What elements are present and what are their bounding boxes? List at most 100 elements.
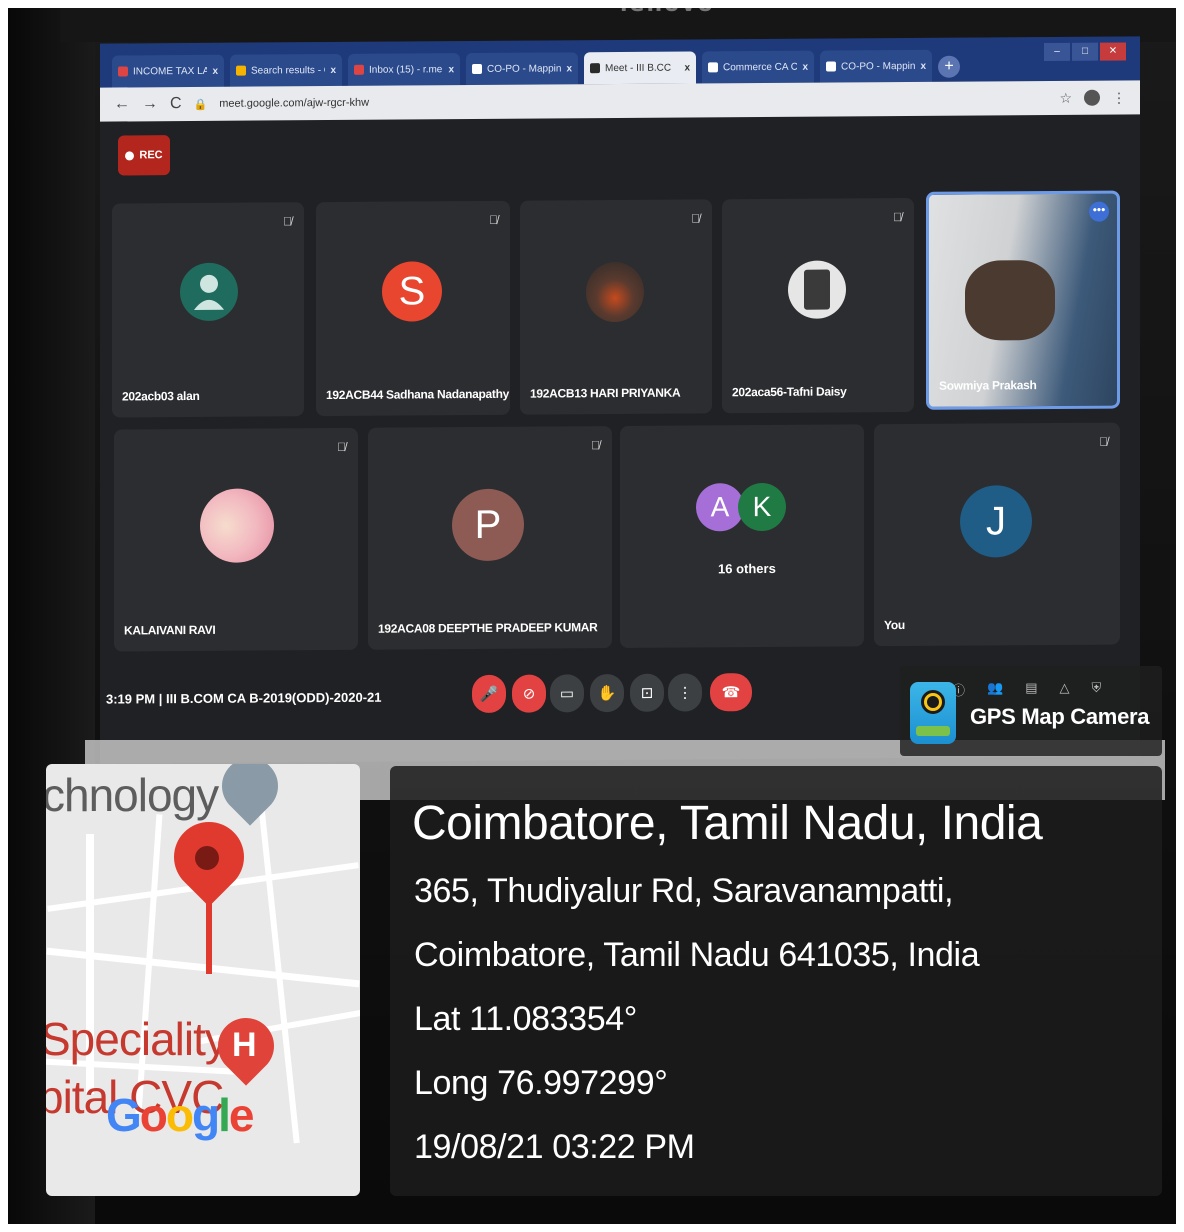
- activities-icon: △: [1059, 680, 1070, 695]
- participant-video-tile[interactable]: ••• Sowmiya Prakash: [926, 190, 1120, 410]
- avatar: A: [696, 483, 744, 532]
- mic-muted-icon: 🎙̸: [337, 439, 346, 454]
- location-title: Coimbatore, Tamil Nadu, India: [412, 797, 1043, 850]
- participant-name: 192ACA08 DEEPTHE PRADEEP KUMAR: [378, 620, 598, 636]
- mic-muted-icon: 🎙̸: [691, 211, 700, 226]
- avatar-photo: [788, 260, 846, 319]
- leave-call-button[interactable]: ☎: [710, 673, 752, 712]
- latitude: Lat 11.083354°: [414, 1000, 637, 1038]
- participant-name: Sowmiya Prakash: [939, 378, 1037, 393]
- timestamp: 19/08/21 03:22 PM: [414, 1128, 695, 1166]
- url-field[interactable]: meet.google.com/ajw-rgcr-khw: [219, 92, 1047, 110]
- gps-app-badge: ⓘ 👥 ▤ △ ⛨ GPS Map Camera: [900, 666, 1162, 756]
- participant-tile[interactable]: 🎙̸ KALAIVANI RAVI: [114, 427, 358, 652]
- monitor-top-bezel: lenovo: [60, 0, 1184, 42]
- monitor-screen: INCOME TAX LAW x Search results - Gx Inbo…: [100, 36, 1140, 764]
- raise-hand-button[interactable]: ✋: [590, 673, 624, 713]
- recording-badge: REC: [118, 135, 170, 176]
- shield-icon: ⛨: [1091, 680, 1102, 695]
- close-icon[interactable]: x: [212, 65, 218, 76]
- longitude: Long 76.997299°: [414, 1064, 668, 1102]
- avatar: S: [382, 261, 442, 322]
- participant-name: You: [884, 618, 905, 633]
- sheets-icon: [708, 62, 718, 73]
- person-icon: [194, 274, 224, 310]
- meet-icon: [590, 63, 600, 74]
- photo: lenovo INCOME TAX LAW x Search results - …: [0, 0, 1184, 1232]
- mic-muted-icon: 🎙̸: [489, 212, 498, 227]
- avatar-photo: [200, 488, 274, 563]
- participant-name: 202aca56-Tafni Daisy: [732, 384, 847, 400]
- browser-tab[interactable]: INCOME TAX LAW x: [112, 54, 224, 88]
- gps-camera-logo: [910, 682, 956, 744]
- reload-icon[interactable]: C: [170, 95, 182, 113]
- mic-muted-icon: 🎙̸: [283, 214, 292, 229]
- participant-name: 192ACB44 Sadhana Nadanapathy: [326, 386, 510, 403]
- mic-muted-icon: 🎙̸: [1099, 434, 1108, 449]
- forward-icon[interactable]: →: [142, 95, 158, 113]
- menu-icon[interactable]: ⋮: [1112, 89, 1126, 106]
- participant-name: KALAIVANI RAVI: [124, 622, 216, 638]
- browser-tab[interactable]: Commerce CA Cr x: [702, 50, 814, 84]
- close-icon[interactable]: x: [330, 64, 336, 75]
- avatar: [180, 262, 238, 322]
- education-poi-icon: [210, 764, 290, 826]
- camera-toggle-button[interactable]: ⊘: [512, 674, 546, 713]
- mic-muted-icon: 🎙̸: [893, 210, 902, 225]
- avatar: P: [452, 488, 524, 562]
- others-tile[interactable]: A K 16 others: [620, 424, 864, 648]
- star-icon[interactable]: ☆: [1059, 89, 1072, 106]
- minimize-button[interactable]: –: [1044, 42, 1070, 62]
- participant-tile[interactable]: 🎙̸ S 192ACB44 Sadhana Nadanapathy: [316, 200, 510, 417]
- mic-muted-icon: 🎙̸: [591, 438, 600, 453]
- map-thumbnail: chnology Speciality pital CVC H Google: [46, 764, 360, 1196]
- back-icon[interactable]: ←: [114, 95, 130, 113]
- participant-tile[interactable]: 🎙̸ 202aca56-Tafni Daisy: [722, 197, 914, 414]
- map-label: Speciality: [46, 1013, 228, 1065]
- new-tab-button[interactable]: +: [938, 55, 960, 78]
- browser-tab[interactable]: Inbox (15) - r.men x: [348, 53, 460, 86]
- participant-tile[interactable]: 🎙̸ 202acb03 alan: [112, 202, 304, 418]
- browser-tab-active[interactable]: Meet - III B.CC x: [584, 51, 696, 85]
- browser-tab[interactable]: Search results - Gx: [230, 53, 342, 87]
- window-controls: – □ ✕: [1044, 42, 1126, 62]
- browser-tab[interactable]: CO-PO - Mapping x: [820, 49, 932, 83]
- mic-toggle-button[interactable]: 🎤: [472, 674, 506, 714]
- more-options-button[interactable]: ⋮: [668, 673, 702, 712]
- present-button[interactable]: ⊡: [630, 673, 664, 712]
- browser-tab[interactable]: CO-PO - Mapping x: [466, 52, 578, 86]
- close-window-button[interactable]: ✕: [1100, 42, 1126, 61]
- google-logo: Google: [106, 1089, 254, 1141]
- participant-tile[interactable]: 🎙̸ P 192ACA08 DEEPTHE PRADEEP KUMAR: [368, 426, 612, 650]
- browser-tab-bar: INCOME TAX LAW x Search results - Gx Inbo…: [100, 36, 1140, 88]
- sheets-icon: [826, 61, 836, 72]
- drive-icon: [236, 65, 246, 76]
- self-tile[interactable]: 🎙̸ J You: [874, 422, 1120, 647]
- participant-name: 192ACB13 HARI PRIYANKA: [530, 385, 681, 401]
- people-icon: 👥: [987, 680, 1004, 695]
- monitor-brand: lenovo: [620, 0, 715, 17]
- captions-button[interactable]: ▭: [550, 674, 584, 713]
- gmail-icon: [118, 66, 128, 77]
- hospital-h-icon: H: [232, 1026, 257, 1064]
- address-line-1: 365, Thudiyalur Rd, Saravanampatti,: [414, 872, 954, 910]
- more-options-icon[interactable]: •••: [1089, 201, 1109, 222]
- participant-tile[interactable]: 🎙̸ 192ACB13 HARI PRIYANKA: [520, 199, 712, 415]
- close-icon[interactable]: x: [448, 64, 454, 75]
- participant-name: 202acb03 alan: [122, 388, 200, 404]
- gmail-icon: [354, 64, 364, 75]
- close-icon[interactable]: x: [920, 60, 926, 71]
- lock-icon: 🔒: [193, 98, 208, 111]
- avatar: J: [960, 485, 1032, 558]
- meet-side-icons: ⓘ 👥 ▤ △ ⛨: [952, 680, 1101, 699]
- close-icon[interactable]: x: [802, 61, 808, 72]
- profile-avatar[interactable]: [1084, 89, 1100, 106]
- address-line-2: Coimbatore, Tamil Nadu 641035, India: [414, 936, 980, 974]
- gps-app-name: GPS Map Camera: [970, 704, 1150, 729]
- avatar-photo: [586, 261, 644, 323]
- maximize-button[interactable]: □: [1072, 42, 1098, 61]
- record-dot-icon: [125, 150, 135, 160]
- avatar: K: [738, 482, 786, 532]
- close-icon[interactable]: x: [684, 62, 690, 73]
- close-icon[interactable]: x: [566, 63, 572, 74]
